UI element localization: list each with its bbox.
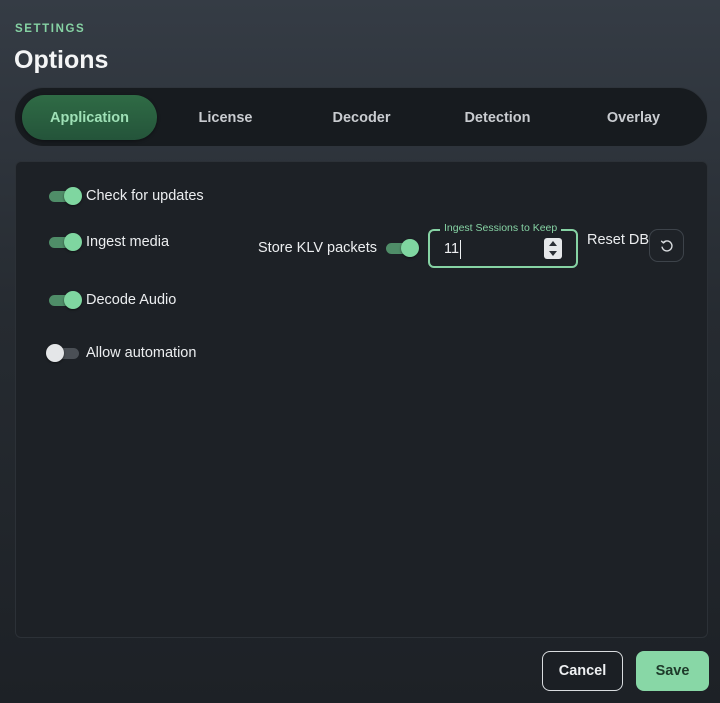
check-updates-label: Check for updates <box>86 188 204 204</box>
save-button[interactable]: Save <box>636 651 709 691</box>
cancel-button[interactable]: Cancel <box>542 651 623 691</box>
spin-down-icon[interactable] <box>549 251 557 257</box>
ingest-media-label: Ingest media <box>86 234 170 250</box>
refresh-icon <box>660 239 673 252</box>
allow-automation-row: Allow automation <box>46 344 197 362</box>
ingest-sessions-field[interactable]: Ingest Sessions to Keep 11 <box>428 222 578 268</box>
spin-up-icon[interactable] <box>549 240 557 246</box>
reset-db-button[interactable] <box>649 229 684 262</box>
store-klv-row: Store KLV packets <box>258 239 423 257</box>
store-klv-label: Store KLV packets <box>258 240 378 256</box>
number-spinner[interactable] <box>544 238 562 259</box>
tab-license[interactable]: License <box>158 95 293 140</box>
tab-detection[interactable]: Detection <box>430 95 565 140</box>
ingest-media-row: Ingest media <box>48 233 169 251</box>
decode-audio-label: Decode Audio <box>86 292 177 308</box>
tab-decoder[interactable]: Decoder <box>294 95 429 140</box>
decode-audio-row: Decode Audio <box>48 291 176 309</box>
tab-overlay[interactable]: Overlay <box>566 95 701 140</box>
text-caret <box>460 240 461 259</box>
ingest-sessions-legend: Ingest Sessions to Keep <box>440 222 562 234</box>
store-klv-toggle[interactable] <box>385 239 420 257</box>
check-updates-toggle[interactable] <box>48 187 82 205</box>
tab-application[interactable]: Application <box>22 95 157 140</box>
check-updates-row: Check for updates <box>48 187 204 205</box>
page-title: Options <box>14 46 109 74</box>
reset-db-label: Reset DB <box>587 232 650 248</box>
section-kicker: SETTINGS <box>15 23 86 35</box>
allow-automation-toggle[interactable] <box>46 344 82 362</box>
allow-automation-label: Allow automation <box>86 345 197 361</box>
decode-audio-toggle[interactable] <box>48 291 82 309</box>
tab-bar: Application License Decoder Detection Ov… <box>14 87 708 147</box>
ingest-sessions-value[interactable]: 11 <box>444 241 459 257</box>
ingest-media-toggle[interactable] <box>48 233 82 251</box>
